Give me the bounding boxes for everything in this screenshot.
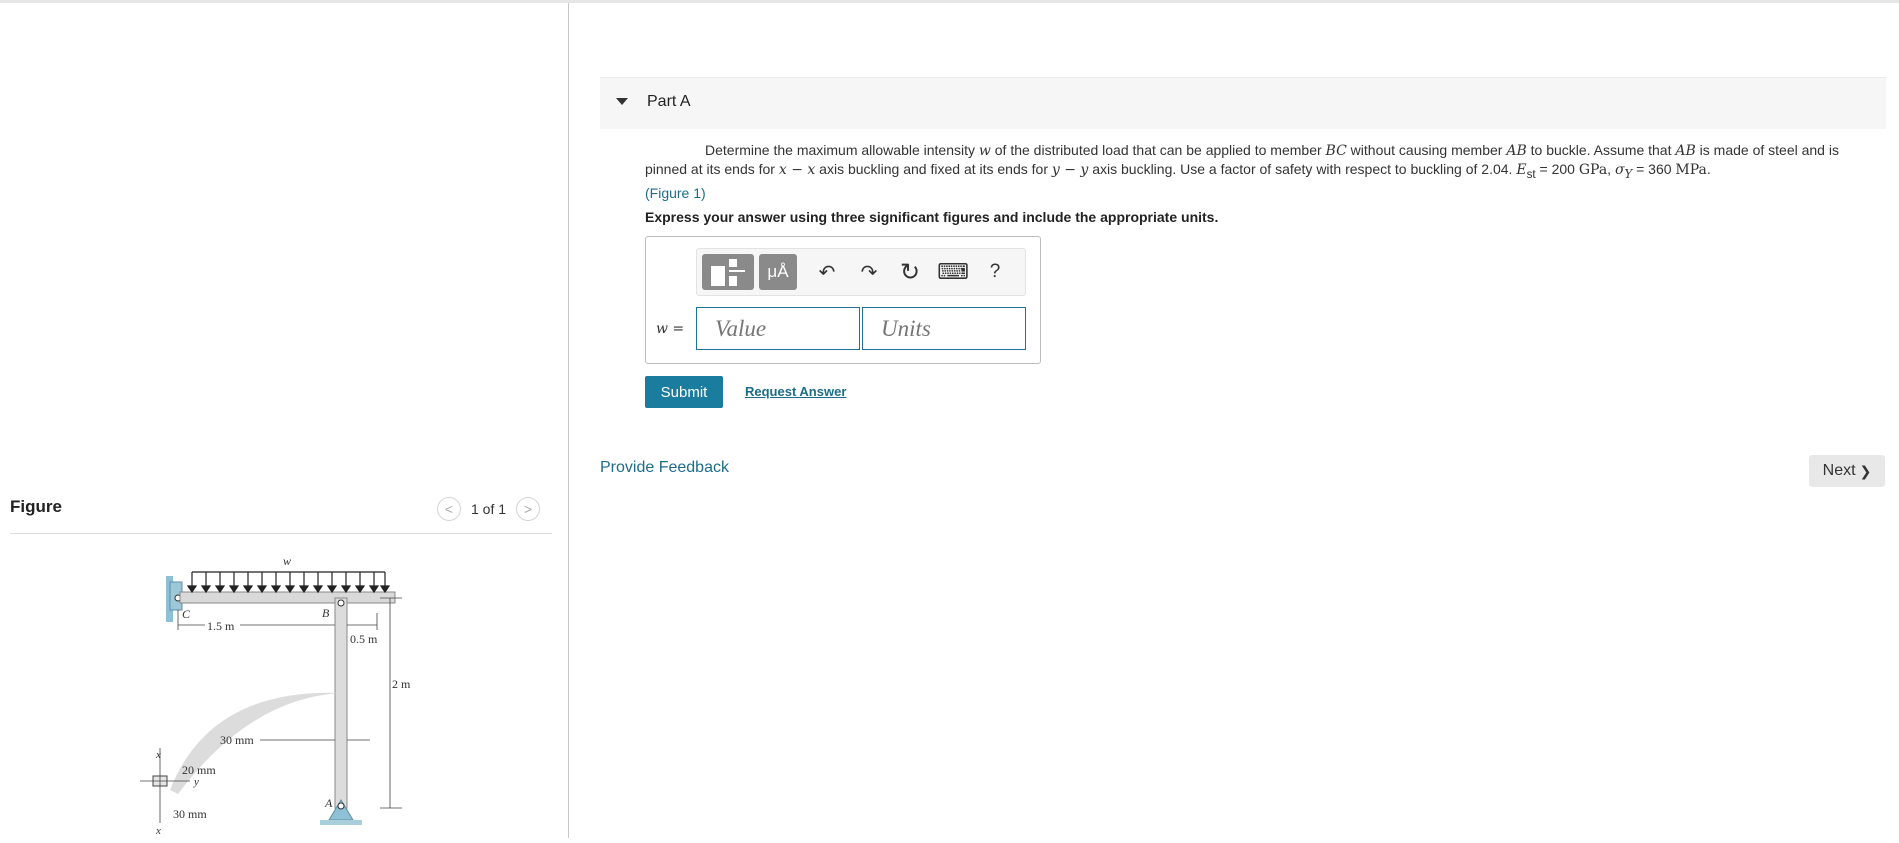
dim-1-5m: 1.5 m [207,619,235,633]
part-title: Part A [647,93,691,110]
request-answer-link[interactable]: Request Answer [745,384,846,399]
figure-panel: Figure < 1 of 1 > w 1.5 m 0.5 m 2 m 30 m… [0,3,568,838]
pager-count: 1 of 1 [471,501,507,517]
chevron-left-icon: < [444,501,454,517]
dim-20mm: 20 mm [182,763,216,777]
templates-button[interactable] [702,254,754,290]
units-symbol-button[interactable]: μÅ [759,254,797,290]
undo-icon[interactable]: ↶ [814,258,840,286]
figure-1-link[interactable]: (Figure 1) [645,185,706,201]
load-label-w: w [283,554,291,568]
answer-variable-label: w = [656,321,685,337]
keyboard-icon[interactable]: ⌨ [937,258,969,286]
reset-icon[interactable]: ↻ [897,258,923,286]
column-ab [334,597,348,809]
units-input[interactable] [862,307,1026,350]
dim-2m: 2 m [392,677,411,691]
redo-icon[interactable]: ↷ [856,258,882,286]
value-input[interactable] [696,307,860,350]
dim-30mm-top: 30 mm [220,733,254,747]
dim-30mm-bottom: 30 mm [173,807,207,821]
provide-feedback-link[interactable]: Provide Feedback [600,459,729,477]
axis-label-x-bottom: x [155,825,161,837]
distributed-load [186,571,391,594]
fraction-template-icon [711,259,745,286]
beam-bc [179,591,396,604]
frame-diagram: w 1.5 m 0.5 m 2 m 30 mm 20 mm 30 mm C B … [125,554,411,837]
point-label-c: C [182,607,191,621]
figure-pager: < 1 of 1 > [437,496,541,522]
ground-a [320,820,362,825]
figure-diagram: w 1.5 m 0.5 m 2 m 30 mm 20 mm 30 mm C B … [125,548,440,838]
point-label-a: A [324,796,333,810]
question-panel: Part A Determine the maximum allowable i… [570,3,1899,838]
dim-0-5m: 0.5 m [350,632,378,646]
next-label: Next [1822,462,1856,479]
point-label-b: B [322,606,330,620]
part-a-header[interactable]: Part A [600,77,1886,129]
figure-title: Figure [10,497,62,516]
previous-figure-button[interactable]: < [437,497,461,521]
axis-label-x-top: x [155,749,161,761]
problem-statement: Determine the maximum allowable intensit… [645,142,1839,201]
math-toolbar: μÅ ↶ ↷ ↻ ⌨ ? [696,248,1026,296]
chevron-right-icon: ❯ [1859,462,1872,479]
answer-instruction: Express your answer using three signific… [645,209,1219,225]
help-icon[interactable]: ? [982,258,1008,286]
pin-b [337,599,345,607]
panel-divider [568,3,569,838]
figure-header: Figure < 1 of 1 > [10,493,552,534]
axis-label-y-right: y [193,776,199,788]
submit-button[interactable]: Submit [645,376,723,408]
next-figure-button[interactable]: > [516,497,541,521]
mu-angstrom-icon: μÅ [767,262,789,281]
pin-a [337,802,345,810]
chevron-right-icon: > [523,501,533,517]
answer-box: μÅ ↶ ↷ ↻ ⌨ ? w = [645,236,1041,364]
caret-down-icon[interactable] [616,98,628,105]
next-button[interactable]: Next ❯ [1809,455,1885,487]
